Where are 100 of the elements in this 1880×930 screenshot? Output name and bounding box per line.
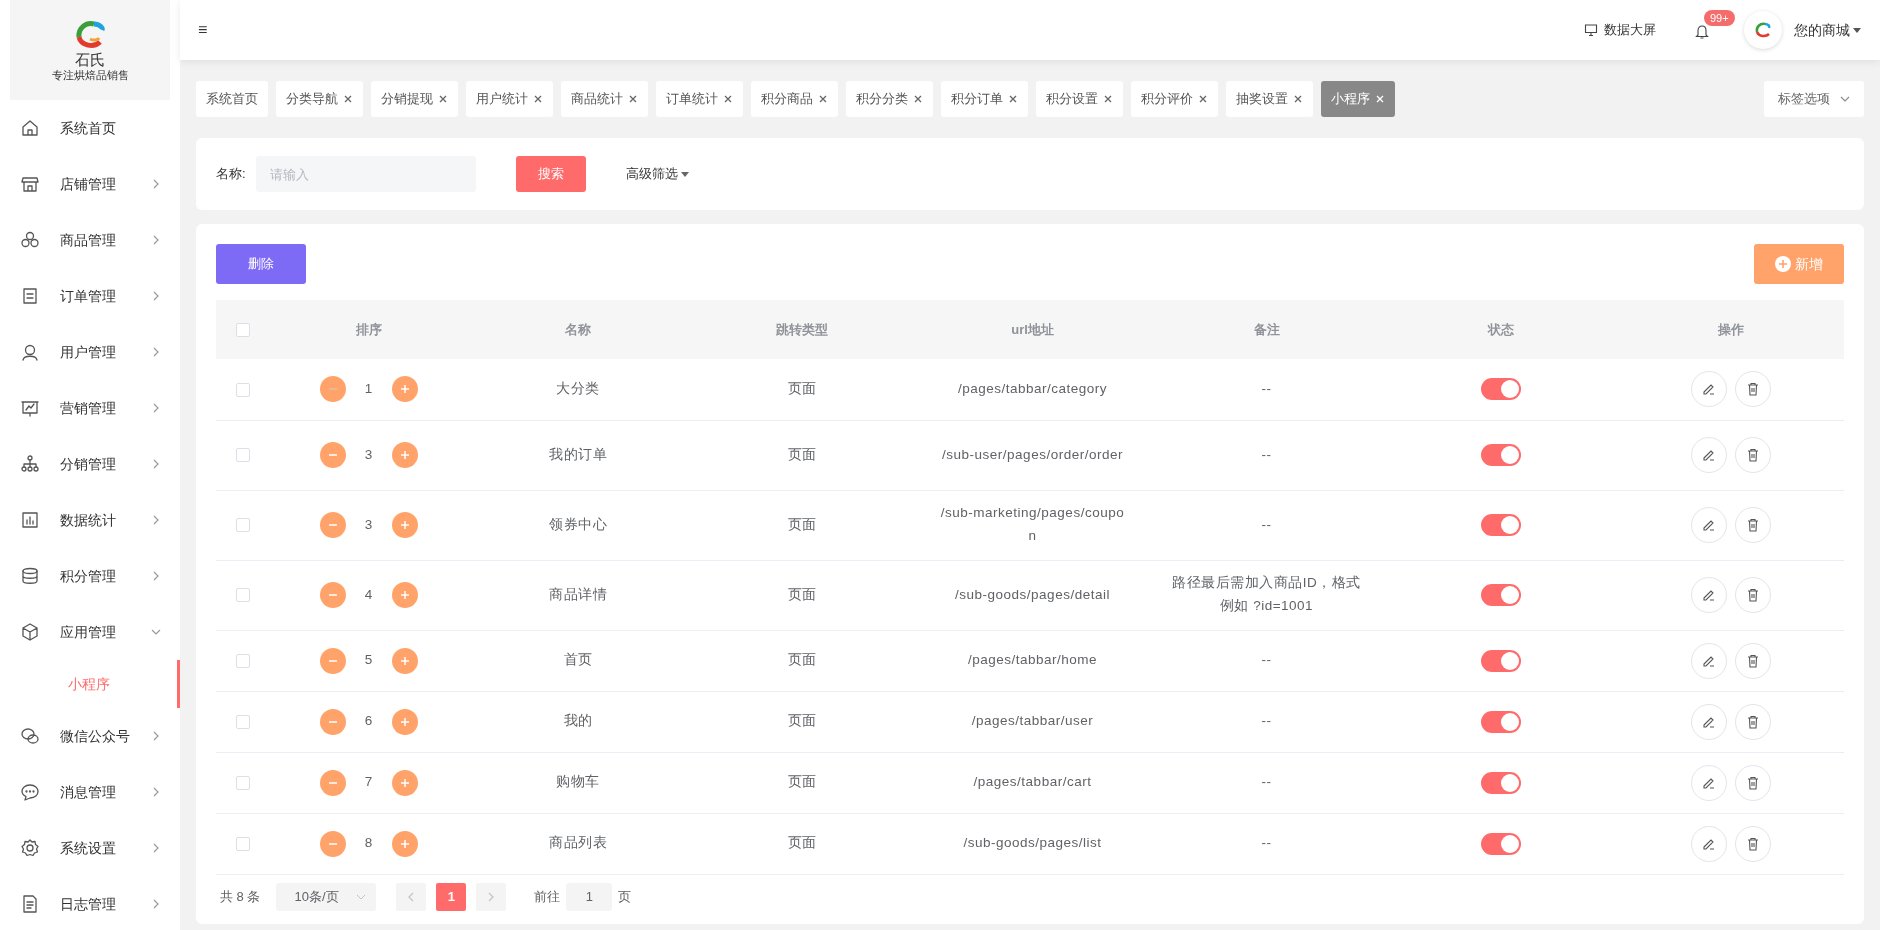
delete-row-button[interactable]	[1735, 437, 1771, 473]
edit-button[interactable]	[1691, 437, 1727, 473]
toggle-switch[interactable]	[1480, 832, 1521, 855]
checkbox[interactable]	[236, 653, 250, 668]
circles-icon	[20, 230, 40, 250]
sidebar-item[interactable]: 应用管理	[0, 604, 180, 660]
decrease-button[interactable]	[319, 769, 346, 796]
edit-button[interactable]	[1691, 703, 1727, 740]
toggle-switch[interactable]	[1480, 771, 1521, 794]
sidebar-item[interactable]: 系统设置	[0, 820, 180, 876]
increase-button[interactable]	[391, 647, 418, 674]
toggle-switch[interactable]	[1480, 710, 1521, 733]
tab[interactable]: 抽奖设置	[1226, 81, 1313, 117]
user-menu[interactable]: 您的商城	[1794, 19, 1862, 41]
increase-button[interactable]	[391, 512, 418, 538]
sidebar-item[interactable]: 营销管理	[0, 380, 180, 436]
sidebar-item[interactable]: 订单管理	[0, 268, 180, 324]
tab[interactable]: 积分分类	[846, 81, 933, 117]
increase-button[interactable]	[391, 376, 418, 403]
checkbox[interactable]	[236, 714, 250, 729]
increase-button[interactable]	[391, 769, 418, 796]
toggle-switch[interactable]	[1480, 584, 1521, 606]
toggle-switch[interactable]	[1480, 514, 1521, 536]
tab[interactable]: 分销提现	[371, 81, 458, 117]
sidebar-item[interactable]: 日志管理	[0, 876, 180, 930]
tab[interactable]: 系统首页	[196, 81, 268, 117]
previous-page-button[interactable]	[396, 882, 427, 911]
edit-button[interactable]	[1691, 577, 1727, 613]
avatar[interactable]	[1744, 11, 1782, 49]
notification-icon[interactable]	[1694, 22, 1710, 40]
increase-button[interactable]	[391, 830, 418, 857]
close-icon	[438, 94, 448, 104]
tab[interactable]: 积分设置	[1036, 81, 1123, 117]
tab[interactable]: 商品统计	[561, 81, 648, 117]
sort-number: 6	[363, 712, 374, 731]
edit-button[interactable]	[1691, 825, 1727, 862]
plus-icon	[398, 589, 411, 601]
checkbox[interactable]	[236, 518, 250, 533]
menu-toggle[interactable]: ≡	[198, 18, 208, 42]
note-cell-text: --	[1261, 445, 1272, 464]
delete-row-button[interactable]	[1735, 703, 1771, 740]
checkbox[interactable]	[236, 588, 250, 603]
sidebar-item[interactable]: 数据统计	[0, 492, 180, 548]
sidebar-item[interactable]: 消息管理	[0, 764, 180, 820]
increase-button[interactable]	[391, 708, 418, 735]
name-input[interactable]: 请输入	[255, 156, 476, 192]
toggle-switch[interactable]	[1480, 649, 1521, 672]
toggle-switch[interactable]	[1480, 378, 1521, 401]
tab[interactable]: 积分商品	[751, 81, 838, 117]
delete-row-button[interactable]	[1735, 764, 1771, 801]
checkbox[interactable]	[236, 323, 250, 338]
sidebar-item[interactable]: 微信公众号	[0, 708, 180, 764]
checkbox[interactable]	[236, 448, 250, 463]
next-page-button[interactable]	[476, 882, 507, 911]
type-cell-text: 页面	[787, 712, 817, 731]
decrease-button[interactable]	[319, 442, 346, 468]
tab[interactable]: 分类导航	[276, 81, 363, 117]
toggle-switch[interactable]	[1480, 444, 1521, 466]
delete-row-button[interactable]	[1735, 642, 1771, 679]
decrease-button[interactable]	[319, 582, 346, 608]
increase-button[interactable]	[391, 582, 418, 608]
delete-row-button[interactable]	[1735, 825, 1771, 862]
decrease-button[interactable]	[319, 512, 346, 538]
delete-row-button[interactable]	[1735, 371, 1771, 408]
delete-row-button[interactable]	[1735, 507, 1771, 543]
sidebar-item[interactable]: 积分管理	[0, 548, 180, 604]
document-icon	[20, 894, 40, 914]
goto-suffix: 页	[618, 887, 632, 906]
close-icon	[1293, 94, 1303, 104]
delete-row-button[interactable]	[1735, 577, 1771, 613]
close-icon	[1008, 94, 1018, 104]
sidebar-item[interactable]: 店铺管理	[0, 156, 180, 212]
screen-link[interactable]: 数据大屏	[1584, 20, 1656, 40]
edit-button[interactable]	[1691, 507, 1727, 543]
column-header: 跳转类型	[776, 321, 828, 337]
decrease-button[interactable]	[319, 708, 346, 735]
edit-button[interactable]	[1691, 764, 1727, 801]
sidebar-item[interactable]: 系统首页	[0, 100, 180, 156]
checkbox[interactable]	[236, 775, 250, 790]
increase-button[interactable]	[391, 442, 418, 468]
page-size-select[interactable]: 10条/页	[276, 882, 377, 911]
tab[interactable]: 小程序	[1321, 81, 1395, 117]
sidebar-item[interactable]: 分销管理	[0, 436, 180, 492]
edit-button[interactable]	[1691, 371, 1727, 408]
sidebar-item[interactable]: 商品管理	[0, 212, 180, 268]
decrease-button[interactable]	[319, 647, 346, 674]
checkbox[interactable]	[236, 382, 250, 397]
tab[interactable]: 积分评价	[1131, 81, 1218, 117]
checkbox[interactable]	[236, 836, 250, 851]
decrease-button[interactable]	[319, 830, 346, 857]
advanced-filter-toggle[interactable]: 高级筛选	[625, 164, 690, 184]
sidebar-item[interactable]: 用户管理	[0, 324, 180, 380]
tab[interactable]: 用户统计	[466, 81, 553, 117]
caret-down-icon	[679, 169, 690, 179]
goto-page-input[interactable]: 1	[566, 882, 613, 911]
delete-button[interactable]: 删除	[216, 244, 306, 284]
tab[interactable]: 积分订单	[941, 81, 1028, 117]
tab-options-button[interactable]: 标签选项	[1764, 81, 1864, 117]
tab[interactable]: 订单统计	[656, 81, 743, 117]
edit-button[interactable]	[1691, 642, 1727, 679]
